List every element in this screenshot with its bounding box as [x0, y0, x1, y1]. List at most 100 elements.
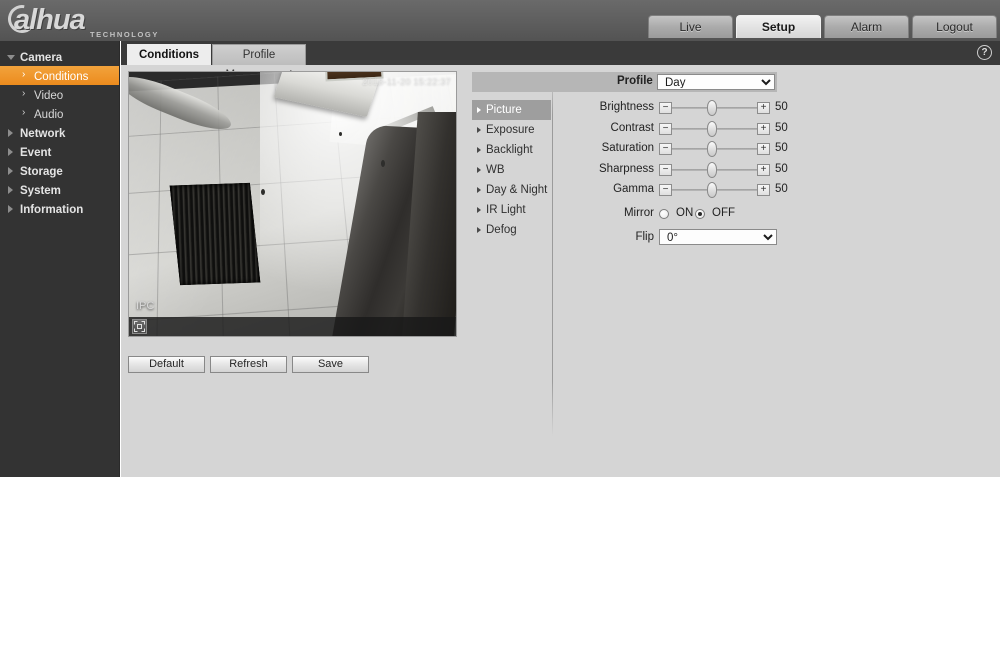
- mirror-off-radio[interactable]: [695, 208, 705, 219]
- profile-label: Profile: [617, 75, 653, 87]
- nav-tab-setup[interactable]: Setup: [736, 15, 821, 38]
- flip-label: Flip: [635, 230, 654, 243]
- sharpness-slider-handle[interactable]: [707, 161, 717, 178]
- menu-item-label: Picture: [486, 104, 522, 116]
- video-preview[interactable]: 2018-11-20 15:22:37 IPC: [128, 71, 457, 337]
- picture-controls: Brightness − + 50 Contrast − + 50 Satura…: [581, 99, 901, 250]
- sidebar-item-network[interactable]: Network: [0, 123, 119, 142]
- menu-item-picture[interactable]: Picture: [472, 100, 551, 120]
- menu-item-backlight[interactable]: Backlight: [472, 140, 551, 160]
- sidebar-item-label: Camera: [20, 52, 63, 64]
- sidebar-item-information[interactable]: Information: [0, 199, 119, 218]
- help-icon[interactable]: ?: [977, 45, 992, 60]
- saturation-value: 50: [775, 142, 788, 154]
- sharpness-label: Sharpness: [599, 162, 654, 175]
- gamma-value: 50: [775, 183, 788, 195]
- sharpness-value: 50: [775, 162, 788, 175]
- default-button[interactable]: Default: [128, 356, 205, 373]
- menu-item-defog[interactable]: Defog: [472, 220, 551, 240]
- scene-speck: [381, 160, 385, 167]
- menu-item-label: Backlight: [486, 144, 533, 156]
- sharpness-increment-button[interactable]: +: [757, 163, 770, 176]
- sidebar-item-camera[interactable]: Camera: [0, 47, 119, 66]
- tab-profile-management[interactable]: Profile Management: [212, 44, 306, 81]
- page-tabstrip: Conditions Profile Management ?: [121, 41, 1000, 81]
- sidebar-item-audio[interactable]: › Audio: [0, 104, 119, 123]
- triangle-right-icon: [477, 107, 481, 113]
- slider-row-saturation: Saturation − + 50: [581, 140, 901, 161]
- slider-row-contrast: Contrast − + 50: [581, 120, 901, 141]
- gamma-increment-button[interactable]: +: [757, 184, 770, 196]
- contrast-value: 50: [775, 121, 788, 134]
- sidebar-item-video[interactable]: › Video: [0, 85, 119, 104]
- sidebar-item-system[interactable]: System: [0, 180, 119, 199]
- contrast-decrement-button[interactable]: −: [659, 122, 672, 135]
- mirror-on-label: ON: [676, 206, 694, 219]
- sidebar-item-event[interactable]: Event: [0, 142, 119, 161]
- saturation-decrement-button[interactable]: −: [659, 143, 672, 155]
- brightness-label: Brightness: [599, 101, 654, 113]
- scene-speck: [261, 189, 265, 195]
- chevron-right-icon: [8, 186, 13, 194]
- nav-tab-logout[interactable]: Logout: [912, 15, 997, 38]
- sidebar-item-storage[interactable]: Storage: [0, 161, 119, 180]
- contrast-increment-button[interactable]: +: [757, 122, 770, 135]
- menu-item-wb[interactable]: WB: [472, 160, 551, 180]
- sidebar-item-label: System: [20, 185, 61, 197]
- chevron-right-icon: [8, 167, 13, 175]
- chevron-down-icon: [7, 55, 15, 60]
- menu-item-label: Exposure: [486, 124, 535, 136]
- sidebar-item-conditions[interactable]: › Conditions: [0, 66, 119, 85]
- gamma-slider-handle[interactable]: [707, 182, 717, 198]
- video-scene: [129, 72, 456, 336]
- triangle-right-icon: [477, 147, 481, 153]
- flip-select[interactable]: 0°: [659, 228, 777, 245]
- mirror-label: Mirror: [623, 206, 654, 219]
- nav-tab-live[interactable]: Live: [648, 15, 733, 38]
- chevron-right-icon: ›: [22, 107, 26, 118]
- content-area: Conditions Profile Management ?: [121, 41, 1000, 477]
- profile-bar: Profile Day: [472, 72, 777, 92]
- tab-conditions[interactable]: Conditions: [127, 44, 211, 65]
- brightness-slider-handle[interactable]: [707, 100, 717, 116]
- dahua-web-ui: alhua TECHNOLOGY Live Setup Alarm Logout…: [0, 0, 1000, 657]
- app-header: alhua TECHNOLOGY Live Setup Alarm Logout: [0, 0, 1000, 41]
- sharpness-decrement-button[interactable]: −: [659, 163, 672, 176]
- contrast-slider-handle[interactable]: [707, 120, 717, 137]
- menu-item-exposure[interactable]: Exposure: [472, 120, 551, 140]
- chevron-right-icon: [8, 148, 13, 156]
- scene-vent-panel: [169, 182, 261, 286]
- menu-item-day-and-night[interactable]: Day & Night: [472, 180, 551, 200]
- menu-item-label: IR Light: [486, 204, 526, 216]
- brightness-decrement-button[interactable]: −: [659, 102, 672, 114]
- triangle-right-icon: [477, 167, 481, 173]
- mirror-on-radio[interactable]: [659, 208, 669, 219]
- contrast-label: Contrast: [610, 121, 654, 134]
- video-toolbar: [129, 317, 456, 336]
- slider-row-sharpness: Sharpness − + 50: [581, 161, 901, 182]
- nav-tab-alarm[interactable]: Alarm: [824, 15, 909, 38]
- sidebar-item-label: Event: [20, 147, 52, 159]
- saturation-increment-button[interactable]: +: [757, 143, 770, 155]
- refresh-button[interactable]: Refresh: [210, 356, 287, 373]
- mirror-row: Mirror ON OFF: [581, 204, 901, 225]
- chevron-right-icon: [8, 129, 13, 137]
- chevron-right-icon: ›: [22, 69, 26, 80]
- profile-select[interactable]: Day: [657, 74, 775, 90]
- brightness-increment-button[interactable]: +: [757, 102, 770, 114]
- saturation-slider-handle[interactable]: [707, 141, 717, 157]
- dahua-logo: alhua TECHNOLOGY: [2, 0, 178, 39]
- menu-item-label: WB: [486, 164, 505, 176]
- video-timestamp-overlay: 2018-11-20 15:22:37: [362, 77, 451, 87]
- triangle-right-icon: [477, 187, 481, 193]
- save-button[interactable]: Save: [292, 356, 369, 373]
- gamma-decrement-button[interactable]: −: [659, 184, 672, 196]
- menu-item-ir-light[interactable]: IR Light: [472, 200, 551, 220]
- sidebar-item-label: Conditions: [34, 71, 89, 83]
- menu-item-label: Defog: [486, 224, 517, 236]
- fullscreen-icon[interactable]: [132, 319, 147, 334]
- flip-row: Flip 0°: [581, 228, 901, 250]
- sidebar-item-label: Information: [20, 204, 84, 216]
- scene-speck: [339, 132, 342, 136]
- menu-item-label: Day & Night: [486, 184, 548, 196]
